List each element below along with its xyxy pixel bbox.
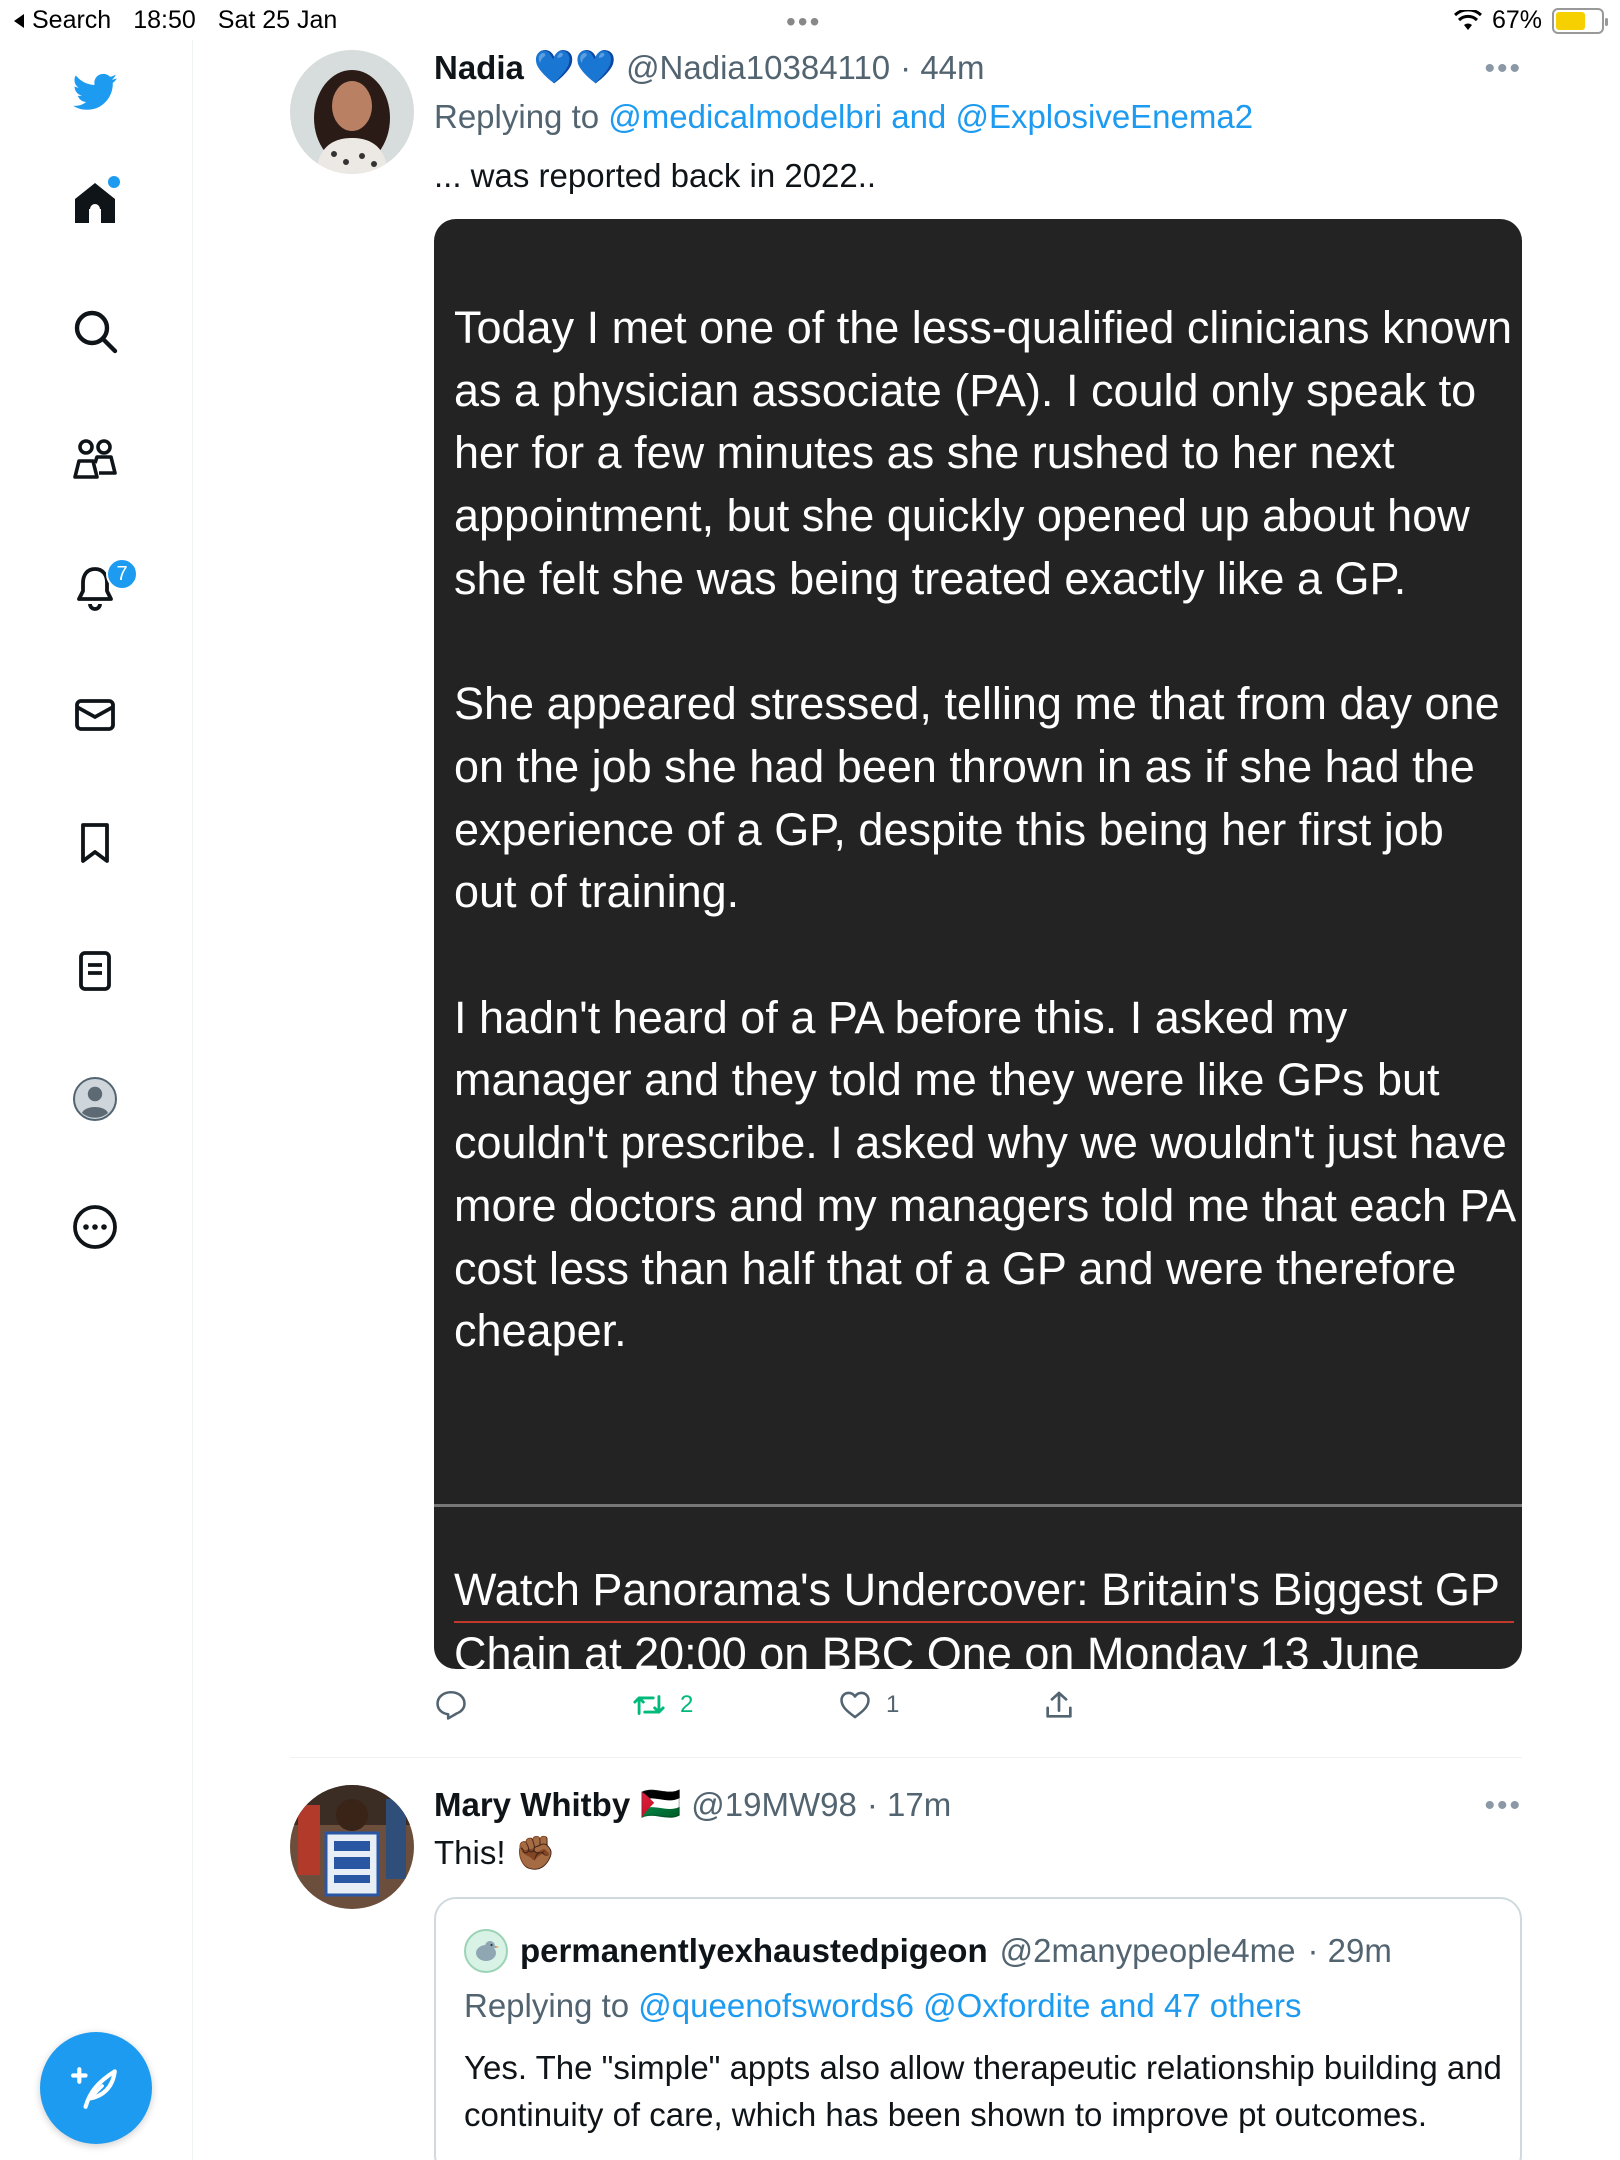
nav-explore[interactable] — [62, 298, 128, 364]
tweet-text: ... was reported back in 2022.. — [434, 157, 877, 194]
multitask-dots[interactable]: ••• — [786, 6, 821, 38]
twitter-logo[interactable] — [62, 60, 128, 126]
wifi-icon — [1453, 9, 1482, 30]
battery-percent: 67% — [1491, 6, 1542, 34]
media-paragraph: I hadn't heard of a PA before this. I as… — [454, 991, 1514, 1357]
avatar-photo — [290, 50, 414, 174]
replying-to: Replying to @medicalmodelbri and @Explos… — [434, 98, 1254, 135]
feather-plus-icon — [71, 2067, 117, 2109]
avatar-mary-whitby[interactable] — [290, 1785, 414, 1909]
nav-lists[interactable] — [62, 938, 128, 1004]
display-name[interactable]: Nadia — [434, 49, 524, 87]
like-button[interactable]: 1 — [838, 1688, 899, 1722]
back-to-search[interactable]: Search — [12, 6, 111, 35]
sidebar-nav: 7 — [0, 40, 193, 2160]
tweet-time[interactable]: · 44m — [900, 49, 984, 87]
battery-fill — [1556, 11, 1586, 30]
replying-to-links[interactable]: @medicalmodelbri and @ExplosiveEnema2 — [608, 98, 1253, 135]
status-time: 18:50 — [133, 6, 196, 34]
media-divider — [434, 1504, 1522, 1507]
home-unread-dot — [108, 176, 120, 188]
media-footer-line: Watch Panorama's Undercover: Britain's B… — [454, 1559, 1514, 1623]
search-icon — [74, 310, 118, 354]
back-triangle-icon — [14, 13, 24, 28]
media-footer: Watch Panorama's Undercover: Britain's B… — [454, 1559, 1514, 1669]
retweet-count: 2 — [680, 1691, 694, 1718]
nav-messages[interactable] — [62, 682, 128, 748]
tweet-header: Nadia 💙💙 @Nadia10384110 · 44m — [434, 48, 985, 87]
heart-icon — [840, 1691, 870, 1719]
retweet-button[interactable]: 2 — [632, 1688, 693, 1722]
quoted-handle[interactable]: @2manypeople4me — [1000, 1932, 1296, 1970]
profile-avatar-icon — [73, 1077, 117, 1121]
tweet-more-button[interactable]: ••• — [1484, 1789, 1522, 1823]
media-text: Today I met one of the less-qualified cl… — [454, 297, 1514, 1426]
raised-fist-emoji: ✊🏾 — [514, 1834, 556, 1871]
quoted-replying-to: Replying to @queenofswords6 @Oxfordite a… — [464, 1987, 1302, 2024]
reply-button[interactable] — [434, 1688, 482, 1722]
nav-more[interactable] — [62, 1194, 128, 1260]
quoted-display-name[interactable]: permanentlyexhaustedpigeon — [520, 1932, 988, 1970]
envelope-icon — [75, 699, 115, 731]
twitter-bird-icon — [73, 73, 117, 110]
media-paragraph: She appeared stressed, telling me that f… — [454, 678, 1500, 918]
status-bar: Search 18:50 Sat 25 Jan ••• 67% — [0, 0, 1620, 40]
retweet-icon — [633, 1695, 665, 1715]
media-paragraph: Today I met one of the less-qualified cl… — [454, 302, 1513, 604]
display-name[interactable]: Mary Whitby — [434, 1786, 630, 1824]
quoted-tweet[interactable]: permanentlyexhaustedpigeon @2manypeople4… — [434, 1897, 1522, 2160]
share-button[interactable] — [1042, 1688, 1076, 1722]
avatar-nadia[interactable] — [290, 50, 414, 174]
quoted-avatar — [464, 1929, 508, 1973]
user-handle[interactable]: @19MW98 — [691, 1786, 857, 1824]
name-flag: 🇵🇸 — [640, 1785, 682, 1822]
nav-notifications[interactable]: 7 — [62, 554, 138, 620]
tweet-more-button[interactable]: ••• — [1484, 52, 1522, 86]
more-circle-icon — [73, 1205, 117, 1249]
pigeon-avatar-icon — [476, 1941, 499, 1961]
user-handle[interactable]: @Nadia10384110 — [626, 49, 890, 87]
quoted-time: · 29m — [1307, 1932, 1392, 1969]
share-icon — [1046, 1691, 1072, 1718]
name-emoji: 💙💙 — [533, 48, 617, 85]
avatar-photo — [290, 1785, 414, 1909]
nav-bookmarks[interactable] — [62, 810, 128, 876]
tweet-media-image[interactable]: Today I met one of the less-qualified cl… — [434, 219, 1522, 1669]
nav-home[interactable] — [62, 170, 128, 236]
tweet-actions: 2 1 — [434, 1688, 1114, 1728]
reply-icon — [436, 1690, 466, 1720]
media-footer-line: Chain at 20:00 on BBC One on Monday 13 J… — [454, 1628, 1420, 1669]
notification-badge: 7 — [106, 558, 138, 590]
tweet-time[interactable]: · 17m — [867, 1786, 951, 1824]
quoted-tweet-header: permanentlyexhaustedpigeon @2manypeople4… — [464, 1929, 1392, 1973]
quoted-replying-to-links[interactable]: @queenofswords6 @Oxfordite and 47 others — [638, 1987, 1301, 2024]
battery-icon — [1552, 7, 1608, 34]
bookmark-icon — [81, 823, 109, 863]
tweet-divider — [290, 1757, 1522, 1758]
list-icon — [79, 951, 111, 991]
like-count: 1 — [886, 1691, 900, 1718]
status-date: Sat 25 Jan — [217, 6, 338, 34]
nav-communities[interactable] — [62, 426, 128, 492]
nav-profile[interactable] — [62, 1066, 128, 1132]
tweet-text: This! ✊🏾 — [434, 1834, 556, 1871]
communities-icon — [73, 439, 117, 479]
compose-tweet-button[interactable] — [40, 2032, 152, 2144]
quoted-tweet-text: Yes. The "simple" appts also allow thera… — [464, 2049, 1502, 2133]
tweet-header: Mary Whitby 🇵🇸 @19MW98 · 17m — [434, 1785, 951, 1824]
